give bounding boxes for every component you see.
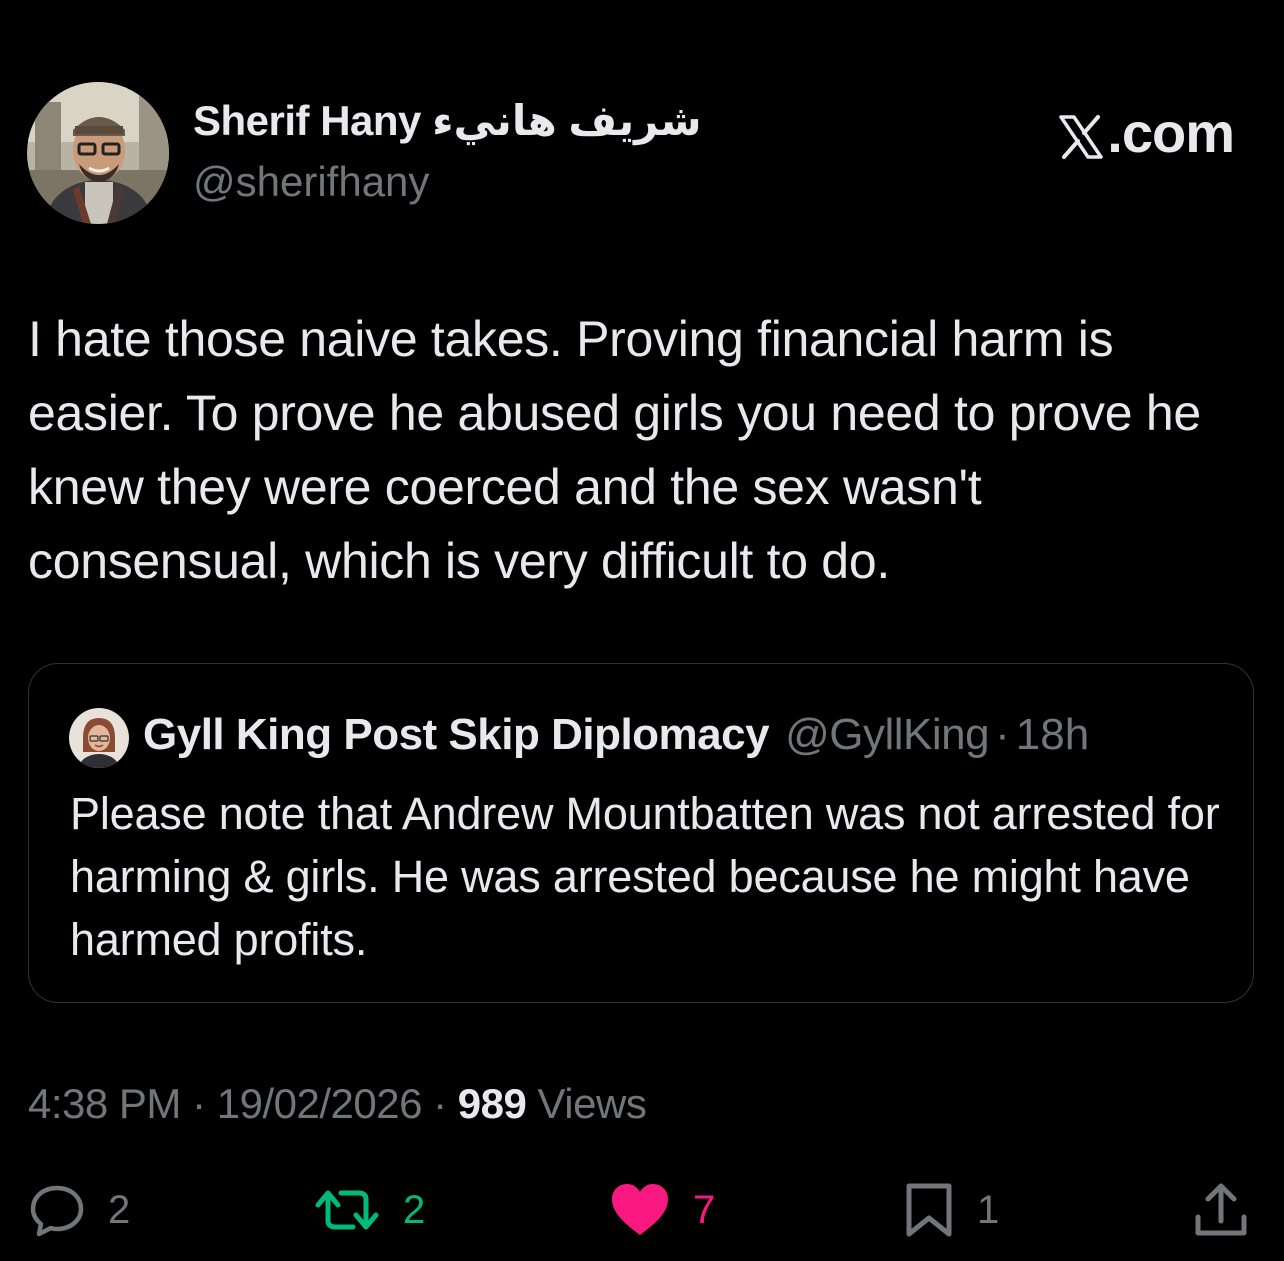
tweet-time[interactable]: 4:38 PM <box>28 1080 181 1127</box>
share-icon <box>1192 1181 1250 1239</box>
views-count: 989 <box>457 1080 527 1127</box>
like-count: 7 <box>693 1187 716 1232</box>
x-logo-icon <box>1057 109 1105 159</box>
brand-label: .com <box>1107 101 1235 164</box>
tweet-text: I hate those naive takes. Proving financ… <box>28 311 1201 589</box>
reply-icon <box>28 1181 86 1239</box>
reply-button[interactable]: 2 <box>28 1175 130 1245</box>
meta-separator: · <box>180 1080 217 1127</box>
quoted-separator: · <box>995 710 1010 759</box>
quoted-author-name[interactable]: Gyll King Post Skip Diplomacy <box>143 710 770 760</box>
bookmark-button[interactable]: 1 <box>903 1175 999 1245</box>
author-avatar[interactable] <box>27 82 169 224</box>
quoted-tweet-card[interactable]: Gyll King Post Skip Diplomacy @GyllKing … <box>28 663 1254 1003</box>
reply-count: 2 <box>108 1187 131 1232</box>
heart-icon <box>609 1181 671 1239</box>
action-bar: 2 2 7 1 <box>0 1175 1284 1245</box>
quoted-author-handle[interactable]: @GyllKing <box>785 710 990 760</box>
quoted-tweet-text: Please note that Andrew Mountbatten was … <box>70 788 1220 965</box>
author-avatar-image <box>27 82 169 224</box>
meta-separator: · <box>421 1080 458 1127</box>
quoted-author-avatar-image <box>69 708 129 768</box>
retweet-icon <box>313 1181 381 1239</box>
quoted-timestamp[interactable]: 18h <box>1016 710 1089 760</box>
share-button[interactable] <box>1192 1175 1250 1245</box>
quoted-author-avatar[interactable] <box>69 708 129 768</box>
like-button[interactable]: 7 <box>609 1175 715 1245</box>
retweet-count: 2 <box>403 1187 426 1232</box>
author-handle[interactable]: @sherifhany <box>193 158 429 206</box>
retweet-button[interactable]: 2 <box>313 1175 425 1245</box>
bookmark-icon <box>903 1181 955 1239</box>
author-name[interactable]: Sherif Hany شريف هانيء <box>193 96 702 145</box>
views-label: Views <box>526 1080 647 1127</box>
quoted-tweet-header: Gyll King Post Skip Diplomacy @GyllKing … <box>143 710 1089 760</box>
brand-logo: .com <box>1057 100 1235 165</box>
tweet-meta: 4:38 PM · 19/02/2026 · 989 Views <box>28 1080 647 1128</box>
bookmark-count: 1 <box>977 1187 1000 1232</box>
tweet-date[interactable]: 19/02/2026 <box>217 1080 423 1127</box>
